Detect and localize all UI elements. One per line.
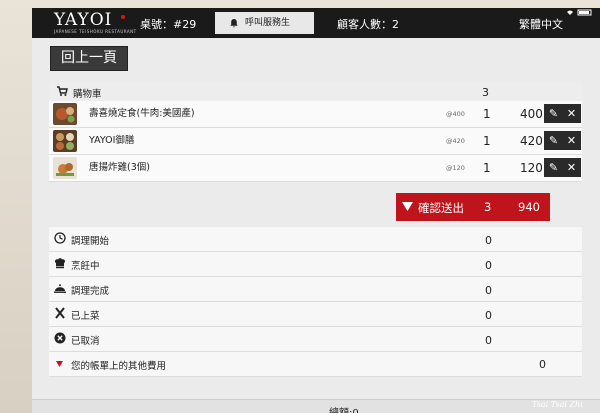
close-icon: ✕ (566, 134, 577, 147)
yayoi-logo: YAYOI (54, 10, 113, 30)
remove-item-button[interactable]: ✕ (562, 104, 581, 123)
status-label: 調理開始 (71, 236, 110, 247)
remove-item-button[interactable]: ✕ (562, 131, 581, 150)
item-name: 唐揚炸雞(3個) (89, 162, 150, 173)
status-label: 調理完成 (71, 286, 110, 297)
status-count: 0 (485, 234, 492, 247)
bell-icon (230, 19, 238, 28)
other-charges-label: 您的帳單上的其他費用 (71, 361, 167, 372)
pencil-icon: ✎ (548, 161, 559, 174)
status-count: 0 (485, 259, 492, 272)
wifi-battery-icon (567, 9, 592, 16)
status-row: 調理開始 0 (49, 227, 582, 252)
photo-watermark: Tsai Tsai Zhi (532, 400, 583, 409)
cart-icon (57, 86, 68, 96)
item-quantity: 1 (483, 107, 491, 121)
close-icon: ✕ (566, 107, 577, 120)
footer-bar: 總額:0 (32, 399, 600, 413)
pencil-icon: ✎ (548, 134, 559, 147)
caret-down-icon (56, 361, 63, 367)
cancel-icon (54, 332, 66, 344)
cart-title: 購物車 (73, 89, 102, 100)
pencil-icon: ✎ (548, 107, 559, 120)
cart-header: 購物車 3 (49, 81, 582, 103)
item-unit-price: @420 (446, 137, 465, 145)
confirm-label: 確認送出 (418, 201, 464, 215)
logo-subtitle: JAPANESE TEISHOKU RESTAURANT (54, 29, 137, 34)
status-count: 0 (485, 334, 492, 347)
chef-hat-icon (54, 258, 66, 269)
item-quantity: 1 (483, 161, 491, 175)
cart-item: 唐揚炸雞(3個) @120 1 120 ✎ ✕ (49, 155, 582, 182)
back-button[interactable]: 回上一頁 (50, 46, 128, 71)
cart-count: 3 (482, 86, 489, 99)
item-subtotal: 420 (520, 134, 543, 148)
confirm-count: 3 (484, 200, 492, 214)
confirm-order-button[interactable]: 確認送出 3 940 (396, 193, 550, 221)
other-charges-amount: 0 (539, 358, 546, 371)
logo-dot-icon (121, 15, 125, 19)
edit-item-button[interactable]: ✎ (544, 158, 563, 177)
food-thumbnail-icon (53, 157, 77, 179)
remove-item-button[interactable]: ✕ (562, 158, 581, 177)
status-row: 已取消 0 (49, 327, 582, 352)
status-label: 已上菜 (71, 311, 100, 322)
edit-item-button[interactable]: ✎ (544, 104, 563, 123)
status-row: 調理完成 0 (49, 277, 582, 302)
food-thumbnail-icon (53, 130, 77, 152)
item-subtotal: 120 (520, 161, 543, 175)
call-staff-label: 呼叫服務生 (245, 18, 291, 28)
status-count: 0 (485, 309, 492, 322)
item-name: 壽喜燒定食(牛肉:美國產) (89, 108, 195, 119)
status-row: 已上菜 0 (49, 302, 582, 327)
item-unit-price: @400 (446, 110, 465, 118)
status-label: 已取消 (71, 336, 100, 347)
item-unit-price: @120 (446, 164, 465, 172)
cloche-icon (54, 284, 66, 293)
table-number: 桌號：#29 (140, 18, 197, 31)
edit-item-button[interactable]: ✎ (544, 131, 563, 150)
food-thumbnail-icon (53, 103, 77, 125)
clock-icon (54, 232, 66, 244)
status-row: 烹飪中 0 (49, 252, 582, 277)
call-staff-button[interactable]: 呼叫服務生 (215, 12, 314, 34)
cart-item: YAYOI御膳 @420 1 420 ✎ ✕ (49, 128, 582, 155)
confirm-total: 940 (518, 200, 540, 214)
item-name: YAYOI御膳 (89, 135, 135, 146)
app-screen: YAYOI JAPANESE TEISHOKU RESTAURANT 桌號：#2… (32, 8, 600, 413)
triangle-down-icon (402, 202, 413, 211)
cart-item: 壽喜燒定食(牛肉:美國產) @400 1 400 ✎ ✕ (49, 101, 582, 128)
footer-total: 總額:0 (329, 404, 359, 413)
status-label: 烹飪中 (71, 261, 100, 272)
guest-count: 顧客人數：2 (337, 18, 399, 31)
status-count: 0 (485, 284, 492, 297)
item-quantity: 1 (483, 134, 491, 148)
item-subtotal: 400 (520, 107, 543, 121)
utensils-icon (55, 307, 65, 319)
top-bar: YAYOI JAPANESE TEISHOKU RESTAURANT 桌號：#2… (32, 8, 600, 38)
language-selector[interactable]: 繁體中文 (519, 16, 563, 32)
other-charges-row[interactable]: 您的帳單上的其他費用 0 (49, 352, 582, 377)
close-icon: ✕ (566, 161, 577, 174)
